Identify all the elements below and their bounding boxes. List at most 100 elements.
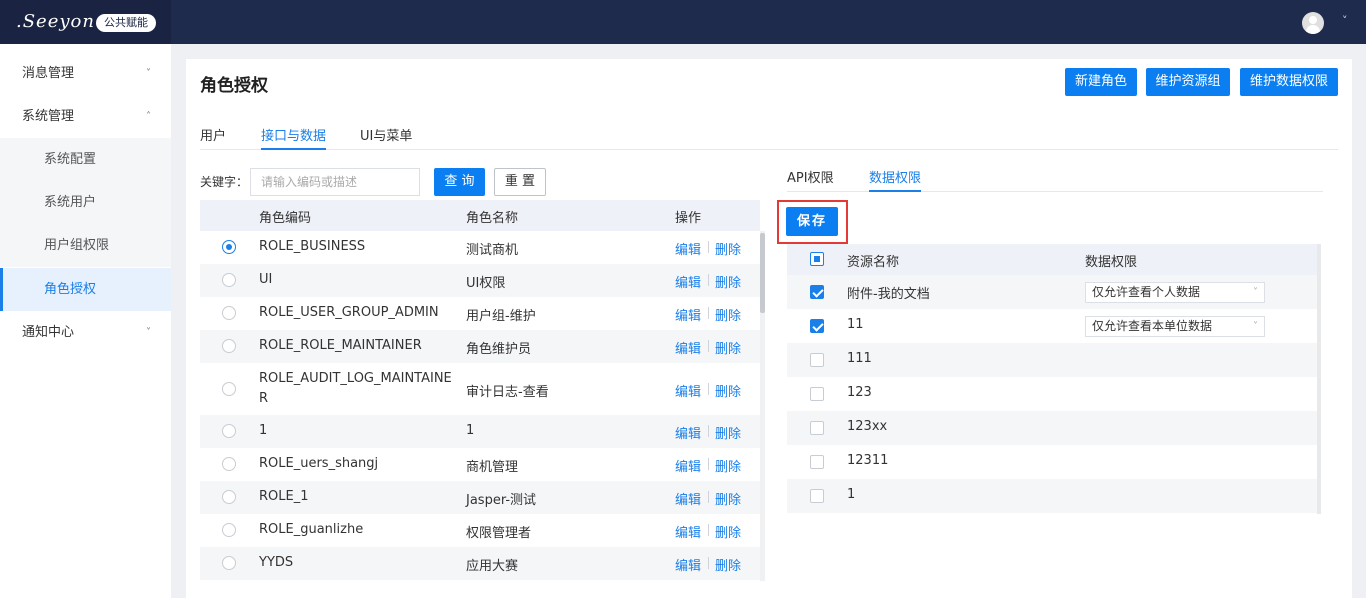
role-code-cell: ROLE_1 (259, 489, 309, 504)
table-row[interactable]: 1 1 编辑 删除 (200, 415, 760, 448)
table-row[interactable]: 1 (787, 479, 1317, 513)
select-all-checkbox[interactable] (810, 252, 824, 266)
table-row[interactable]: ROLE_AUDIT_LOG_MAINTAINE R 审计日志-查看 编辑 删除 (200, 363, 760, 415)
table-row[interactable]: ROLE_uers_shangj 商机管理 编辑 删除 (200, 448, 760, 481)
keyword-search-input[interactable]: 请输入编码或描述 (250, 168, 420, 196)
data-permission-value: 仅允许查看本单位数据 (1092, 319, 1213, 333)
edit-link[interactable]: 编辑 (675, 305, 701, 324)
table-row[interactable]: ROLE_1 Jasper-测试 编辑 删除 (200, 481, 760, 514)
resource-name-cell: 12311 (847, 453, 889, 468)
table-row[interactable]: ROLE_BUSINESS 测试商机 编辑 删除 (200, 231, 760, 264)
delete-link[interactable]: 删除 (715, 522, 741, 541)
row-radio[interactable] (222, 240, 236, 254)
data-permission-select[interactable]: 仅允许查看个人数据 ˅ (1085, 282, 1265, 303)
action-divider (708, 425, 709, 437)
maintain-data-permission-button[interactable]: 维护数据权限 (1240, 68, 1338, 96)
row-radio[interactable] (222, 490, 236, 504)
table-row[interactable]: 11 仅允许查看本单位数据 ˅ (787, 309, 1317, 343)
edit-link[interactable]: 编辑 (675, 555, 701, 574)
delete-link[interactable]: 删除 (715, 555, 741, 574)
row-radio[interactable] (222, 382, 236, 396)
edit-link[interactable]: 编辑 (675, 338, 701, 357)
table-row[interactable]: 123xx (787, 411, 1317, 445)
sidebar-item-notification-center[interactable]: 通知中心 ˅ (0, 311, 171, 354)
top-navbar: .Seeyon 公共赋能 ˅ (0, 0, 1366, 44)
data-table-scrollbar[interactable] (1317, 244, 1321, 514)
chevron-down-icon[interactable]: ˅ (1342, 14, 1348, 27)
delete-link[interactable]: 删除 (715, 489, 741, 508)
row-radio[interactable] (222, 339, 236, 353)
column-header-ops: 操作 (675, 211, 702, 226)
save-button[interactable]: 保存 (786, 207, 838, 236)
edit-link[interactable]: 编辑 (675, 423, 701, 442)
table-row[interactable]: ROLE_USER_GROUP_ADMIN 用户组-维护 编辑 删除 (200, 297, 760, 330)
tab-api-permissions[interactable]: API权限 (787, 167, 834, 192)
sidebar-subitem-system-users[interactable]: 系统用户 (0, 181, 171, 224)
query-button[interactable]: 查 询 (434, 168, 485, 196)
chevron-down-icon: ˅ (1253, 287, 1258, 298)
table-row[interactable]: 123 (787, 377, 1317, 411)
main-panel: 角色授权 新建角色 维护资源组 维护数据权限 用户 接口与数据 UI与菜单 关键… (186, 59, 1352, 598)
table-row[interactable]: 111 (787, 343, 1317, 377)
data-permission-select[interactable]: 仅允许查看本单位数据 ˅ (1085, 316, 1265, 337)
row-radio[interactable] (222, 523, 236, 537)
tab-api-data[interactable]: 接口与数据 (261, 125, 327, 150)
user-avatar-icon[interactable] (1302, 12, 1324, 34)
action-divider (708, 241, 709, 253)
delete-link[interactable]: 删除 (715, 381, 741, 400)
edit-link[interactable]: 编辑 (675, 522, 701, 541)
new-role-button[interactable]: 新建角色 (1065, 68, 1137, 96)
row-checkbox[interactable] (810, 353, 824, 367)
sidebar-subitem-role-authorization[interactable]: 角色授权 (0, 268, 171, 311)
role-name-cell: 1 (466, 423, 475, 438)
edit-link[interactable]: 编辑 (675, 272, 701, 291)
delete-link[interactable]: 删除 (715, 239, 741, 258)
table-row[interactable]: YYDS 应用大赛 编辑 删除 (200, 547, 760, 580)
action-divider (708, 274, 709, 286)
role-code-line: ROLE_AUDIT_LOG_MAINTAINE (259, 371, 452, 386)
table-row[interactable]: 附件-我的文档 仅允许查看个人数据 ˅ (787, 275, 1317, 309)
maintain-resource-group-button[interactable]: 维护资源组 (1146, 68, 1230, 96)
delete-link[interactable]: 删除 (715, 305, 741, 324)
chevron-up-icon: ˄ (146, 111, 151, 122)
sidebar-item-system-management[interactable]: 系统管理 ˄ (0, 95, 171, 138)
tab-users[interactable]: 用户 (200, 125, 226, 150)
tab-ui-menu[interactable]: UI与菜单 (360, 125, 412, 150)
sidebar-subitem-user-group-permissions[interactable]: 用户组权限 (0, 224, 171, 267)
row-checkbox[interactable] (810, 455, 824, 469)
sidebar-subitem-system-config[interactable]: 系统配置 (0, 138, 171, 181)
delete-link[interactable]: 删除 (715, 338, 741, 357)
delete-link[interactable]: 删除 (715, 272, 741, 291)
table-row[interactable]: 12311 (787, 445, 1317, 479)
row-checkbox[interactable] (810, 285, 824, 299)
sidebar-item-message-management[interactable]: 消息管理 ˅ (0, 52, 171, 95)
row-radio[interactable] (222, 273, 236, 287)
row-checkbox[interactable] (810, 387, 824, 401)
edit-link[interactable]: 编辑 (675, 489, 701, 508)
table-row[interactable]: ROLE_guanlizhe 权限管理者 编辑 删除 (200, 514, 760, 547)
edit-link[interactable]: 编辑 (675, 381, 701, 400)
row-radio[interactable] (222, 306, 236, 320)
tab-data-permissions[interactable]: 数据权限 (869, 167, 922, 192)
delete-link[interactable]: 删除 (715, 456, 741, 475)
role-code-cell: ROLE_BUSINESS (259, 239, 366, 254)
row-checkbox[interactable] (810, 319, 824, 333)
delete-link[interactable]: 删除 (715, 423, 741, 442)
reset-button[interactable]: 重 置 (494, 168, 546, 196)
row-radio[interactable] (222, 424, 236, 438)
action-divider (708, 458, 709, 470)
data-permission-value: 仅允许查看个人数据 (1092, 285, 1201, 299)
table-row[interactable]: UI UI权限 编辑 删除 (200, 264, 760, 297)
edit-link[interactable]: 编辑 (675, 239, 701, 258)
role-name-cell: 应用大赛 (466, 559, 519, 574)
row-checkbox[interactable] (810, 489, 824, 503)
column-header-code: 角色编码 (259, 211, 312, 226)
edit-link[interactable]: 编辑 (675, 456, 701, 475)
table-scrollbar-thumb[interactable] (760, 233, 765, 313)
row-radio[interactable] (222, 457, 236, 471)
row-checkbox[interactable] (810, 421, 824, 435)
row-radio[interactable] (222, 556, 236, 570)
sidebar-item-label: 消息管理 (22, 66, 75, 81)
table-row[interactable]: ROLE_ROLE_MAINTAINER 角色维护员 编辑 删除 (200, 330, 760, 363)
role-code-cell: YYDS (259, 555, 294, 570)
